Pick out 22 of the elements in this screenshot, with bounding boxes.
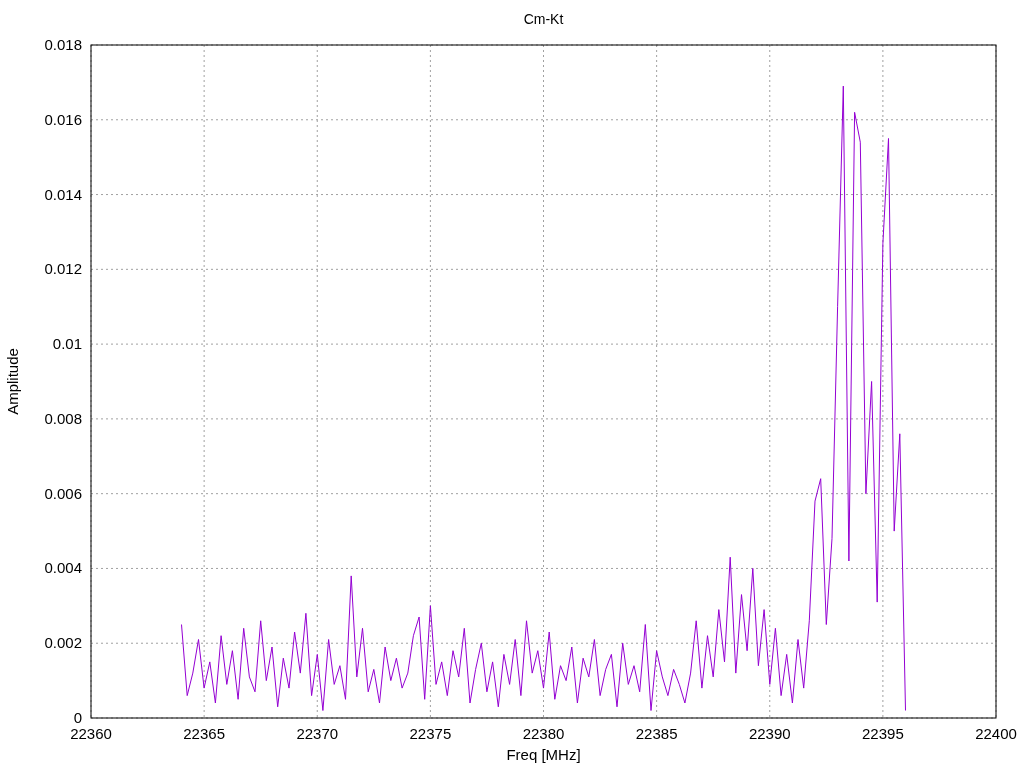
tick-label: 22380 (522, 725, 565, 742)
tick-label: 0 (73, 709, 82, 726)
tick-label: 22365 (183, 725, 225, 742)
tick-label: 22390 (748, 725, 791, 742)
tick-label: 22375 (409, 725, 452, 742)
tick-label: 0.006 (44, 484, 82, 502)
tick-label: 22395 (862, 725, 904, 742)
axis-label: Amplitude (4, 348, 21, 415)
tick-label: 0.018 (44, 36, 82, 53)
tick-label: 0.01 (52, 335, 82, 353)
axis-label: Freq [MHz] (506, 746, 581, 763)
tick-label: 0.002 (44, 634, 82, 652)
tick-label: 22360 (70, 725, 112, 742)
tick-label: 22400 (975, 725, 1017, 742)
tick-label: 0.014 (44, 185, 82, 203)
tick-label: 22385 (635, 725, 678, 742)
chart-title: Cm-Kt (523, 11, 564, 27)
tick-label: 0.008 (44, 409, 82, 427)
tick-label: 0.012 (44, 260, 82, 278)
tick-label: 22370 (296, 725, 339, 742)
tick-label: 0.004 (44, 559, 82, 577)
tick-label: 0.016 (44, 110, 82, 128)
